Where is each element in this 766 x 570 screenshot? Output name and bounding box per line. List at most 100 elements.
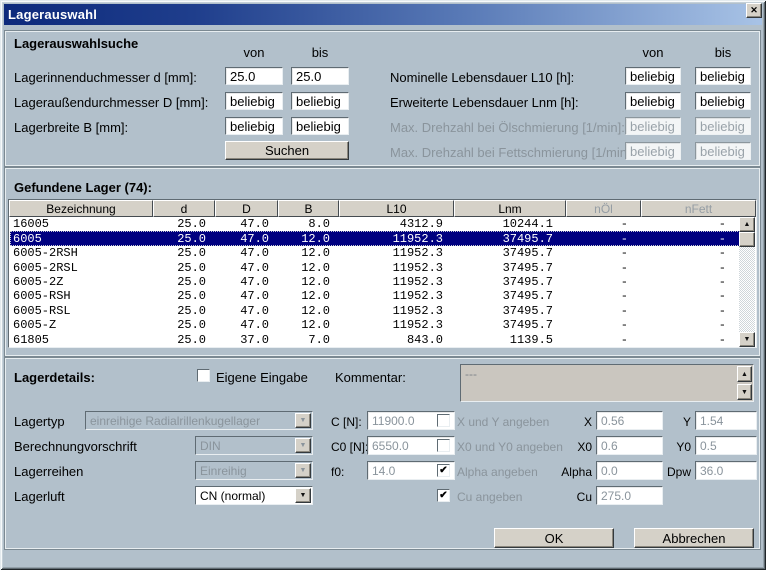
column-header-nOel[interactable]: nÖl bbox=[566, 200, 641, 217]
column-header-bezeichnung[interactable]: Bezeichnung bbox=[9, 200, 153, 217]
kommentar-label: Kommentar: bbox=[335, 370, 406, 385]
y-input: 1.54 bbox=[695, 411, 757, 430]
column-header-Lnm[interactable]: Lnm bbox=[454, 200, 566, 217]
xy-checkbox[interactable] bbox=[437, 414, 450, 427]
result-row[interactable]: 6005-Z25.047.012.011952.337495.7-- bbox=[10, 318, 740, 332]
result-cell: 37495.7 bbox=[455, 246, 567, 260]
inner-diameter-von-input[interactable]: 25.0 bbox=[225, 67, 283, 85]
l10-life-label: Nominelle Lebensdauer L10 [h]: bbox=[390, 70, 574, 85]
inner-diameter-bis-input[interactable]: 25.0 bbox=[291, 67, 349, 85]
result-cell: 25.0 bbox=[154, 261, 216, 275]
x0y0-checkbox[interactable] bbox=[437, 439, 450, 452]
column-header-B[interactable]: B bbox=[278, 200, 339, 217]
alpha-checkbox[interactable]: ✔ bbox=[437, 464, 450, 477]
von-column-label-right: von bbox=[625, 45, 681, 60]
result-cell: 25.0 bbox=[154, 289, 216, 303]
result-cell: 11952.3 bbox=[340, 246, 455, 260]
result-cell: 25.0 bbox=[154, 232, 216, 246]
result-row[interactable]: 6005-2RSL25.047.012.011952.337495.7-- bbox=[10, 260, 740, 274]
outer-diameter-bis-input[interactable]: beliebig bbox=[291, 92, 349, 110]
result-cell: 37495.7 bbox=[455, 318, 567, 332]
result-cell: 47.0 bbox=[216, 261, 279, 275]
result-row-selected[interactable]: 600525.047.012.011952.337495.7-- bbox=[10, 231, 740, 245]
cancel-button[interactable]: Abbrechen bbox=[634, 528, 754, 548]
result-cell: 25.0 bbox=[154, 246, 216, 260]
lagerreihen-dropdown: Einreihig ▼ bbox=[195, 461, 313, 480]
l10-bis-input[interactable]: beliebig bbox=[695, 67, 751, 85]
title-bar[interactable]: Lagerauswahl bbox=[4, 4, 762, 25]
grease-speed-label: Max. Drehzahl bei Fettschmierung [1/min]… bbox=[390, 145, 634, 160]
cu-checkbox[interactable]: ✔ bbox=[437, 489, 450, 502]
alpha-angeben-label: Alpha angeben bbox=[457, 465, 538, 479]
result-cell: - bbox=[567, 289, 642, 303]
y0-label: Y0 bbox=[635, 440, 691, 454]
result-cell: 47.0 bbox=[216, 318, 279, 332]
lnm-von-input[interactable]: beliebig bbox=[625, 92, 681, 110]
column-header-d[interactable]: d bbox=[153, 200, 215, 217]
width-label: Lagerbreite B [mm]: bbox=[14, 120, 128, 135]
bearing-selection-dialog: Lagerauswahl ✕ Lagerauswahlsuche von bis… bbox=[0, 0, 766, 570]
berechnungvorschrift-value: DIN bbox=[200, 439, 221, 453]
result-row[interactable]: 6005-RSL25.047.012.011952.337495.7-- bbox=[10, 304, 740, 318]
result-row[interactable]: 6005-RSH25.047.012.011952.337495.7-- bbox=[10, 289, 740, 303]
result-cell: 25.0 bbox=[154, 304, 216, 318]
lnm-bis-input[interactable]: beliebig bbox=[695, 92, 751, 110]
result-cell: 37495.7 bbox=[455, 232, 567, 246]
result-cell: 37.0 bbox=[216, 333, 279, 347]
result-cell: 47.0 bbox=[216, 304, 279, 318]
scroll-down-icon[interactable]: ▼ bbox=[739, 332, 755, 347]
result-cell: 11952.3 bbox=[340, 275, 455, 289]
table-vertical-scrollbar[interactable]: ▲ ▼ bbox=[739, 217, 755, 347]
width-von-input[interactable]: beliebig bbox=[225, 117, 283, 135]
search-button[interactable]: Suchen bbox=[225, 141, 349, 160]
result-cell: 37495.7 bbox=[455, 304, 567, 318]
result-cell: - bbox=[642, 333, 740, 347]
result-cell: 12.0 bbox=[279, 275, 340, 289]
result-cell: - bbox=[567, 246, 642, 260]
result-cell: 12.0 bbox=[279, 232, 340, 246]
xy-label: X und Y angeben bbox=[457, 415, 549, 429]
lagerluft-label: Lagerluft bbox=[14, 489, 65, 504]
result-cell: 47.0 bbox=[216, 217, 279, 231]
result-row[interactable]: 6180525.037.07.0843.01139.5-- bbox=[10, 333, 740, 347]
result-cell: 11952.3 bbox=[340, 261, 455, 275]
result-cell: 8.0 bbox=[279, 217, 340, 231]
search-heading: Lagerauswahlsuche bbox=[14, 36, 138, 51]
kommentar-scroll-down-icon[interactable]: ▼ bbox=[737, 384, 752, 400]
oil-speed-von-input: beliebig bbox=[625, 117, 681, 135]
result-cell: 37495.7 bbox=[455, 275, 567, 289]
result-cell: 16005 bbox=[10, 217, 154, 231]
result-cell: 6005-2RSL bbox=[10, 261, 154, 275]
lagerluft-value: CN (normal) bbox=[200, 489, 265, 503]
inner-diameter-label: Lagerinnenduchmesser d [mm]: bbox=[14, 70, 197, 85]
column-header-D[interactable]: D bbox=[215, 200, 278, 217]
result-cell: 10244.1 bbox=[455, 217, 567, 231]
kommentar-scroll-up-icon[interactable]: ▲ bbox=[737, 366, 752, 382]
l10-von-input[interactable]: beliebig bbox=[625, 67, 681, 85]
ok-button[interactable]: OK bbox=[494, 528, 614, 548]
close-icon[interactable]: ✕ bbox=[746, 3, 762, 18]
lagerluft-dropdown[interactable]: CN (normal) ▼ bbox=[195, 486, 313, 505]
width-bis-input[interactable]: beliebig bbox=[291, 117, 349, 135]
outer-diameter-von-input[interactable]: beliebig bbox=[225, 92, 283, 110]
results-table-body: 1600525.047.08.04312.910244.1--600525.04… bbox=[10, 217, 740, 347]
result-row[interactable]: 6005-2Z25.047.012.011952.337495.7-- bbox=[10, 275, 740, 289]
result-row[interactable]: 6005-2RSH25.047.012.011952.337495.7-- bbox=[10, 246, 740, 260]
scrollbar-thumb[interactable] bbox=[739, 232, 755, 247]
scroll-up-icon[interactable]: ▲ bbox=[739, 217, 755, 232]
result-cell: - bbox=[642, 217, 740, 231]
result-cell: 7.0 bbox=[279, 333, 340, 347]
result-row[interactable]: 1600525.047.08.04312.910244.1-- bbox=[10, 217, 740, 231]
column-header-L10[interactable]: L10 bbox=[339, 200, 454, 217]
result-cell: 61805 bbox=[10, 333, 154, 347]
result-cell: 843.0 bbox=[340, 333, 455, 347]
result-cell: 12.0 bbox=[279, 318, 340, 332]
eigene-eingabe-checkbox[interactable] bbox=[197, 369, 210, 382]
lagertyp-value: einreihige Radialrillenkugellager bbox=[90, 414, 260, 428]
result-cell: 25.0 bbox=[154, 318, 216, 332]
dpw-label: Dpw bbox=[635, 465, 691, 479]
column-header-nFett[interactable]: nFett bbox=[641, 200, 756, 217]
result-cell: - bbox=[567, 261, 642, 275]
details-heading: Lagerdetails: bbox=[14, 370, 95, 385]
c0-label: C0 [N]: bbox=[331, 440, 368, 454]
